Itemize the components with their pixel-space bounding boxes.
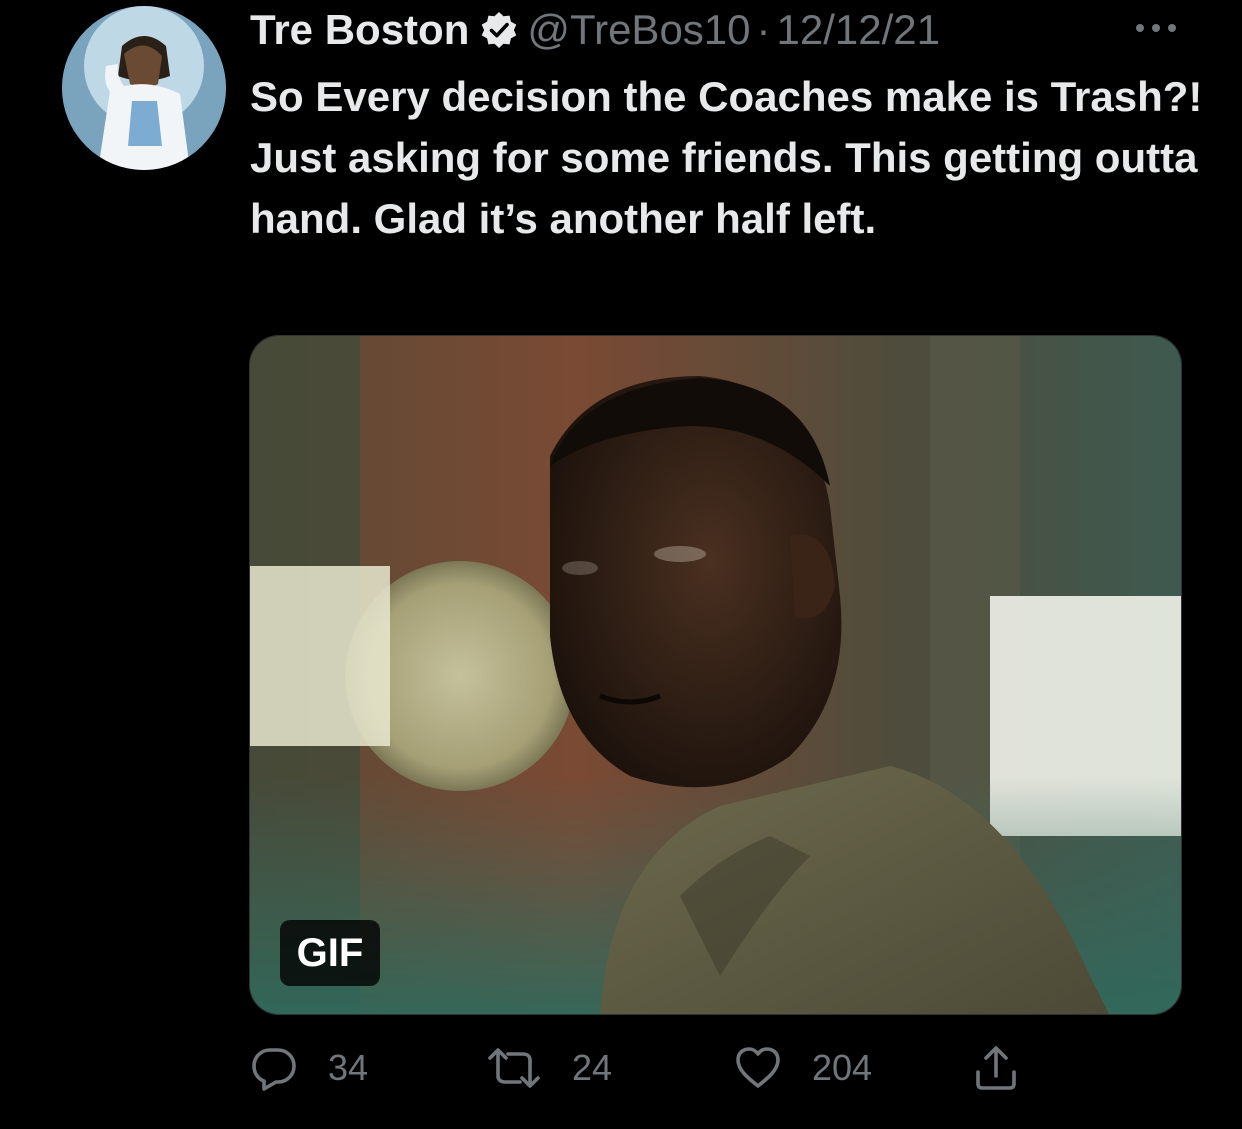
avatar-photo: [62, 6, 226, 170]
retweet-icon: [488, 1048, 540, 1088]
tweet-gif-media[interactable]: GIF: [249, 335, 1182, 1015]
share-button[interactable]: [972, 1040, 1020, 1096]
author-handle[interactable]: @TreBos10: [527, 4, 750, 56]
like-button[interactable]: 204: [734, 1040, 872, 1096]
tweet-actions-bar: 34 24 204: [250, 1040, 1150, 1096]
more-options-icon[interactable]: [1134, 18, 1178, 38]
like-count: 204: [812, 1047, 873, 1088]
tweet-date[interactable]: 12/12/21: [777, 4, 941, 56]
gif-frame-image: [250, 336, 1181, 1014]
share-icon: [976, 1046, 1016, 1090]
tweet-header: Tre Boston @TreBos10 · 12/12/21: [250, 4, 1220, 56]
gif-badge: GIF: [280, 920, 380, 986]
reply-count: 34: [328, 1047, 369, 1088]
heart-icon: [736, 1047, 780, 1088]
retweet-button[interactable]: 24: [486, 1040, 612, 1096]
tweet-text: So Every decision the Coaches make is Tr…: [250, 73, 1203, 242]
header-separator: ·: [756, 6, 771, 53]
author-display-name[interactable]: Tre Boston: [250, 4, 469, 56]
verified-badge-icon: [479, 10, 519, 50]
retweet-count: 24: [572, 1047, 613, 1088]
avatar[interactable]: [62, 6, 226, 170]
reply-button[interactable]: 34: [250, 1040, 368, 1096]
reply-icon: [252, 1048, 296, 1091]
